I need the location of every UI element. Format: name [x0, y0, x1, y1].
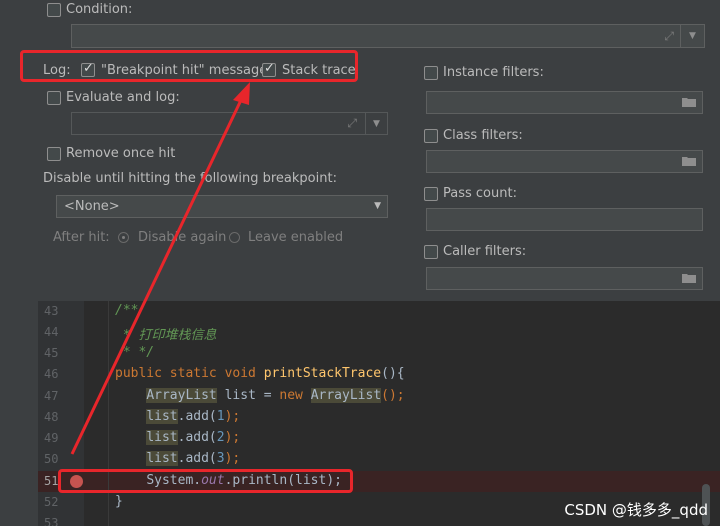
annotation-arrow [70, 82, 250, 455]
